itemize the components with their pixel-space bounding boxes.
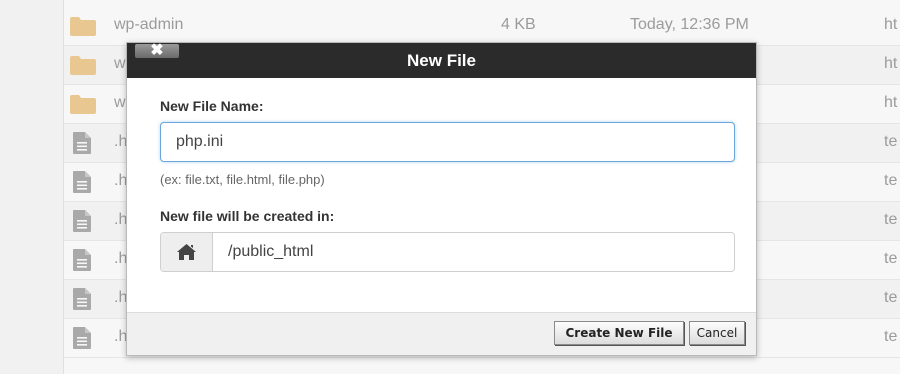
directory-label: New file will be created in: [160,208,335,224]
create-new-file-button[interactable]: Create New File [554,321,684,345]
home-icon [177,244,196,260]
file-name-hint: (ex: file.txt, file.html, file.php) [160,172,325,187]
file-name-label: New File Name: [160,98,264,114]
new-file-dialog: ✖ New File New File Name: (ex: file.txt,… [126,42,757,356]
dialog-footer: Create New File Cancel [127,312,756,355]
dialog-header: ✖ New File [127,43,756,78]
file-name-input[interactable] [160,122,735,162]
directory-field [160,232,735,272]
cancel-button[interactable]: Cancel [689,321,745,345]
dialog-title: New File [407,51,476,70]
directory-addon [161,233,213,271]
directory-input[interactable] [213,233,734,271]
